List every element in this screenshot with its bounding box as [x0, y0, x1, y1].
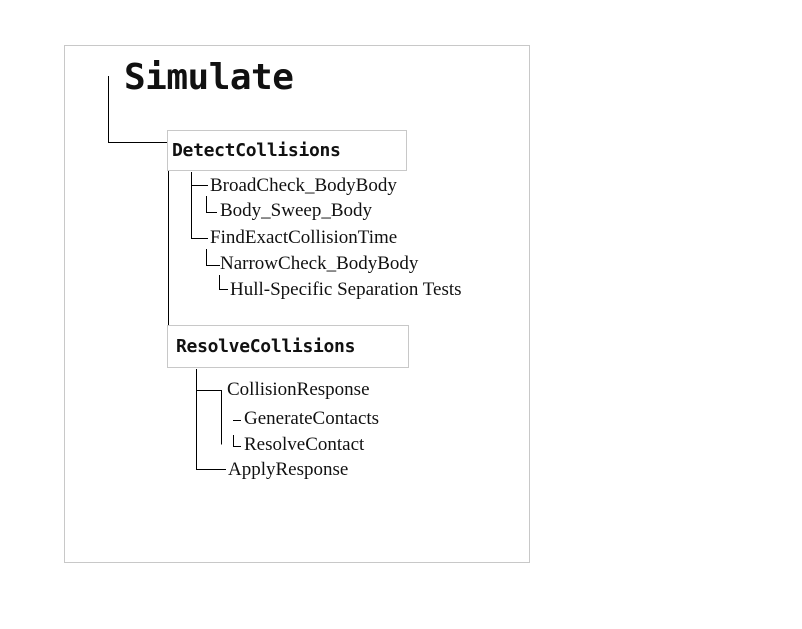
detect-collisions-label: DetectCollisions — [172, 140, 341, 161]
narrow-check-node: NarrowCheck_BodyBody — [220, 253, 419, 274]
resolve-collisions-node: ResolveCollisions — [167, 325, 409, 368]
diagram-title: Simulate — [124, 57, 294, 98]
generate-contacts-node: GenerateContacts — [244, 408, 380, 429]
collision-response-node: CollisionResponse — [227, 379, 370, 400]
hull-tests-node: Hull-Specific Separation Tests — [230, 279, 462, 300]
detect-collisions-node: DetectCollisions — [167, 130, 407, 171]
resolve-contact-node: ResolveContact — [244, 434, 365, 455]
body-sweep-node: Body_Sweep_Body — [220, 200, 372, 221]
find-exact-collision-node: FindExactCollisionTime — [210, 227, 398, 248]
broad-check-node: BroadCheck_BodyBody — [210, 175, 397, 196]
resolve-collisions-label: ResolveCollisions — [176, 336, 356, 357]
apply-response-node: ApplyResponse — [228, 459, 349, 480]
tree-connectors — [108, 76, 241, 470]
